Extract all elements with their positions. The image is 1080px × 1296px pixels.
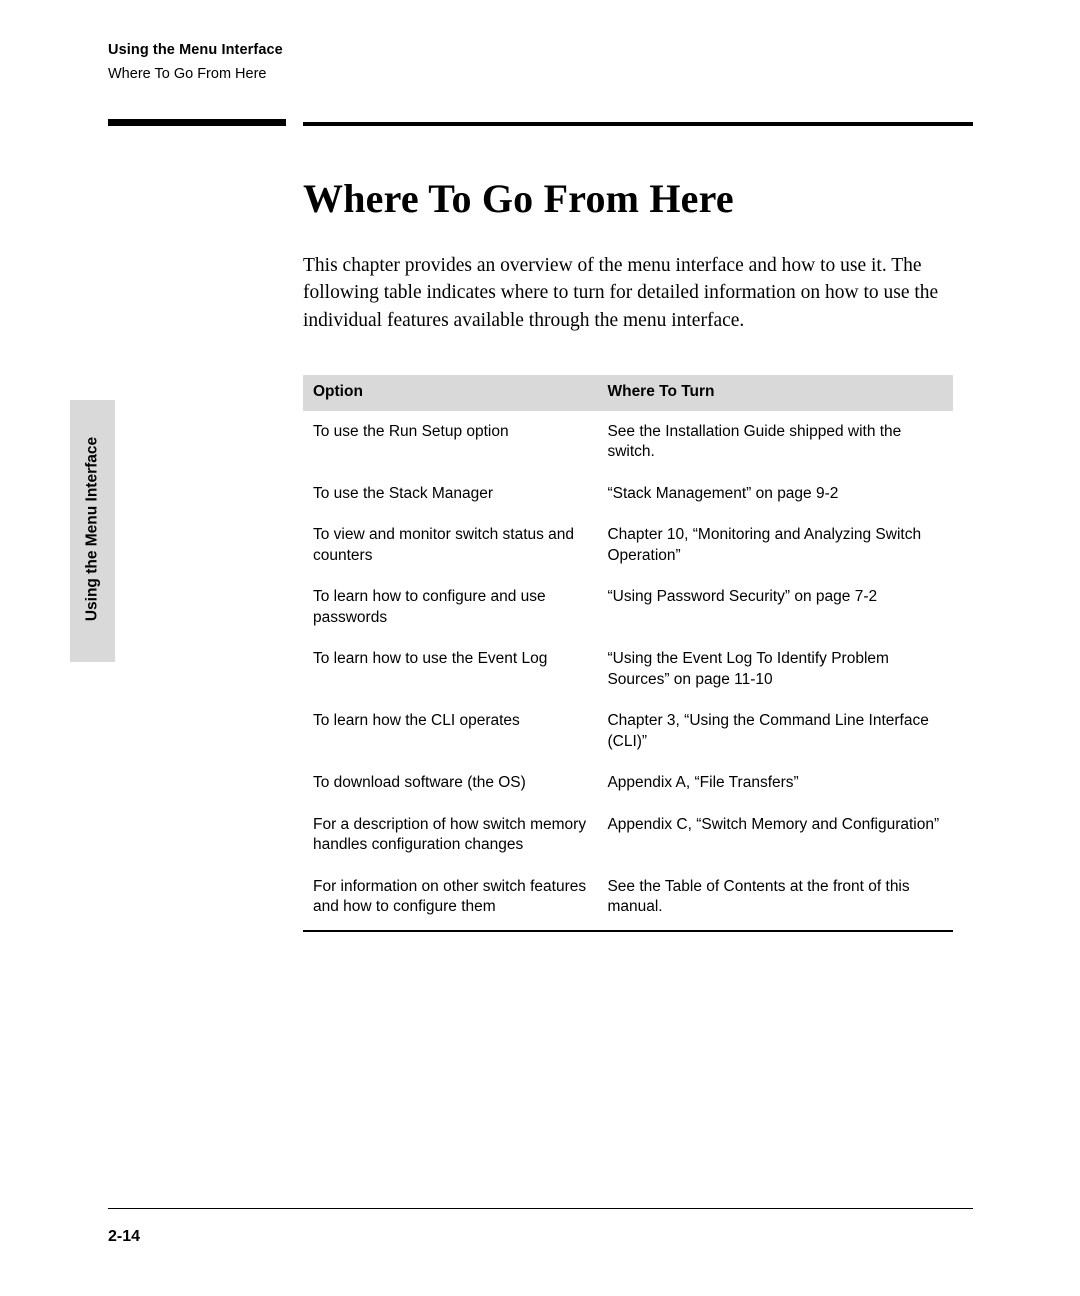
table-row: To use the Run Setup option See the Inst…: [303, 411, 953, 473]
table-header-row: Option Where To Turn: [303, 375, 953, 411]
cell-where-to-turn: Chapter 3, “Using the Command Line Inter…: [607, 712, 929, 750]
intro-paragraph: This chapter provides an overview of the…: [303, 254, 939, 331]
header-section-title: Where To Go From Here: [108, 66, 267, 83]
table-row: To learn how to configure and use passwo…: [303, 576, 953, 638]
column-header-option: Option: [303, 375, 598, 411]
page-number: 2-14: [108, 1228, 141, 1245]
cell-where-to-turn: Appendix C, “Switch Memory and Configura…: [607, 815, 940, 833]
cell-where-to-turn: See the Installation Guide shipped with …: [607, 422, 902, 461]
cell-option: To learn how the CLI operates: [313, 712, 520, 730]
cell-where-to-turn: “Using the Event Log To Identify Problem…: [607, 650, 889, 688]
cell-where-to-turn: Chapter 10, “Monitoring and Analyzing Sw…: [607, 526, 922, 564]
table-row: To learn how the CLI operates Chapter 3,…: [303, 700, 953, 762]
title-rule-short: [108, 119, 286, 126]
cell-where-to-turn: “Using Password Security” on page 7-2: [607, 588, 878, 606]
options-table: Option Where To Turn To use the Run Setu…: [303, 375, 953, 932]
cell-option: For information on other switch features…: [303, 865, 598, 932]
table-row: To view and monitor switch status and co…: [303, 514, 953, 576]
cell-option: To use the Run Setup option: [313, 422, 509, 440]
table-row: For a description of how switch memory h…: [303, 804, 953, 866]
side-thumb-tab-label: Using the Menu Interface: [83, 436, 101, 622]
table-row: For information on other switch features…: [303, 865, 953, 932]
side-thumb-tab: Using the Menu Interface: [70, 400, 115, 662]
cell-option: To view and monitor switch status and co…: [313, 526, 575, 564]
table-row: To learn how to use the Event Log “Using…: [303, 638, 953, 700]
column-header-where-to-turn: Where To Turn: [597, 375, 953, 411]
header-chapter-title: Using the Menu Interface: [108, 42, 283, 58]
title-rule-long: [303, 122, 973, 126]
page-title: Where To Go From Here: [303, 175, 734, 221]
cell-where-to-turn: “Stack Management” on page 9-2: [607, 484, 839, 502]
cell-option: To learn how to configure and use passwo…: [313, 588, 546, 626]
footer-divider: [108, 1208, 973, 1209]
cell-option: To use the Stack Manager: [313, 484, 494, 502]
cell-where-to-turn: Appendix A, “File Transfers”: [607, 774, 799, 792]
cell-where-to-turn: See the Table of Contents at the front o…: [597, 865, 953, 932]
cell-option: To download software (the OS): [313, 774, 526, 792]
options-table-container: Option Where To Turn To use the Run Setu…: [303, 375, 953, 932]
cell-option: For a description of how switch memory h…: [313, 815, 587, 854]
table-row: To download software (the OS) Appendix A…: [303, 762, 953, 804]
table-row: To use the Stack Manager “Stack Manageme…: [303, 473, 953, 515]
cell-option: To learn how to use the Event Log: [313, 650, 548, 668]
running-header: Using the Menu Interface Where To Go Fro…: [108, 42, 708, 84]
